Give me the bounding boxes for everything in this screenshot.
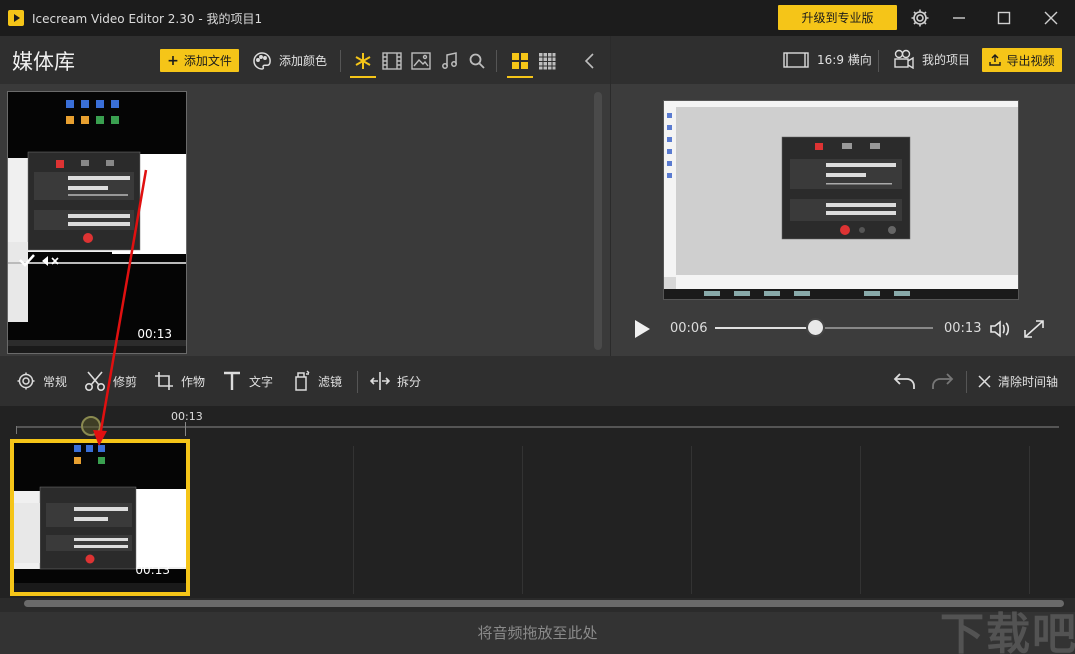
aspect-ratio-button[interactable]: 16:9 横向: [783, 51, 872, 68]
upgrade-button[interactable]: 升级到专业版: [778, 5, 897, 30]
gear-icon: [17, 372, 35, 390]
clear-timeline-button[interactable]: 清除时间轴: [978, 369, 1058, 393]
seek-slider[interactable]: [715, 318, 933, 337]
preview-frame-content: [664, 101, 1018, 299]
general-tool-button[interactable]: 常规: [16, 369, 67, 393]
divider: [878, 50, 879, 72]
timeline-grid-line: [691, 446, 692, 594]
undo-icon[interactable]: [893, 369, 917, 393]
aspect-ratio-label: 16:9 横向: [817, 53, 872, 67]
my-project-label: 我的项目: [922, 52, 971, 67]
media-item-thumbnail[interactable]: 00:13: [7, 91, 187, 354]
text-icon: [224, 371, 240, 390]
volume-icon[interactable]: [988, 318, 1012, 340]
audio-drop-zone[interactable]: 将音频拖放至此处: [0, 612, 1075, 654]
seek-handle[interactable]: [806, 318, 826, 337]
collapse-chevron-left-icon[interactable]: [577, 48, 603, 74]
divider: [357, 371, 358, 393]
gear-icon[interactable]: [907, 6, 933, 30]
text-tool-button[interactable]: 文字: [222, 369, 273, 393]
split-tool-button[interactable]: 拆分: [370, 369, 421, 393]
search-icon[interactable]: [464, 48, 490, 74]
window-title: Icecream Video Editor 2.30 - 我的项目1: [32, 12, 263, 26]
small-grid-view-icon[interactable]: [534, 48, 560, 74]
plus-icon: +: [167, 52, 179, 69]
minimize-icon[interactable]: [946, 6, 972, 30]
add-color-label: 添加颜色: [279, 54, 328, 68]
export-video-button[interactable]: 导出视频: [982, 48, 1062, 72]
divider: [496, 50, 497, 72]
timeline-clip[interactable]: 00:13: [10, 439, 190, 596]
timeline-grid-line: [522, 446, 523, 594]
clear-timeline-label: 清除时间轴: [998, 374, 1059, 389]
filter-bottle-icon: [295, 370, 310, 391]
music-filter-icon[interactable]: [437, 48, 463, 74]
preview-panel: 00:06 00:13: [611, 84, 1075, 356]
large-grid-view-icon[interactable]: [507, 48, 533, 78]
app-logo-icon: [8, 10, 24, 26]
export-label: 导出视频: [1006, 53, 1055, 68]
add-file-button[interactable]: + 添加文件: [160, 49, 239, 72]
timeline-grid-line: [860, 446, 861, 594]
timeline-track[interactable]: 00:13 00:13: [0, 406, 1075, 598]
film-camera-icon: [894, 49, 914, 69]
crop-tool-button[interactable]: 作物: [154, 369, 205, 393]
timeline-grid-line: [1029, 446, 1030, 594]
total-time: 00:13: [944, 321, 982, 336]
play-icon[interactable]: [632, 318, 652, 340]
timeline-grid-line: [353, 446, 354, 594]
trim-tool-button[interactable]: 修剪: [84, 369, 137, 393]
clip-duration: 00:13: [135, 563, 170, 577]
crop-label: 作物: [181, 374, 206, 389]
export-icon: [989, 54, 1002, 66]
palette-icon: [253, 51, 271, 70]
media-item-duration: 00:13: [137, 327, 172, 341]
filter-tool-button[interactable]: 滤镜: [293, 369, 342, 393]
fullscreen-icon[interactable]: [1022, 318, 1046, 340]
timeline-ruler: [16, 426, 1059, 428]
text-label: 文字: [249, 374, 274, 389]
aspect-ratio-icon: [783, 51, 809, 68]
library-header: 媒体库 + 添加文件 添加颜色: [0, 36, 610, 84]
ruler-tick: [16, 426, 17, 434]
ruler-tick: [185, 422, 186, 436]
split-label: 拆分: [397, 374, 422, 389]
crop-icon: [155, 372, 173, 390]
divider: [966, 371, 967, 393]
editing-toolbar: 常规 修剪 作物 文字 滤镜 拆分 清除时间轴: [0, 356, 1075, 406]
add-color-button[interactable]: 添加颜色: [252, 49, 327, 72]
preview-header: 16:9 横向 我的项目 导出视频: [611, 36, 1075, 84]
redo-icon[interactable]: [930, 369, 954, 393]
audio-drop-hint: 将音频拖放至此处: [477, 624, 598, 642]
video-filter-icon[interactable]: [379, 48, 405, 74]
watermark-logo: 下载吧: [940, 609, 1075, 654]
scissors-icon: [84, 371, 106, 392]
media-library-panel: 00:13: [0, 84, 610, 356]
timeline-horizontal-scrollbar[interactable]: [10, 598, 1065, 610]
screen-recording-preview: [8, 92, 186, 353]
split-icon: [370, 372, 390, 390]
title-bar: Icecream Video Editor 2.30 - 我的项目1 升级到专业…: [0, 0, 1075, 36]
my-project-button[interactable]: 我的项目: [893, 49, 970, 69]
library-title: 媒体库: [12, 50, 75, 74]
filter-label: 滤镜: [318, 374, 343, 389]
close-icon: [978, 374, 991, 388]
current-time: 00:06: [670, 321, 708, 336]
divider: [340, 50, 341, 72]
video-preview-frame[interactable]: [663, 100, 1019, 300]
media-scrollbar[interactable]: [594, 92, 602, 350]
scrollbar-thumb[interactable]: [24, 600, 1064, 607]
timeline-playhead[interactable]: [81, 416, 101, 436]
add-file-label: 添加文件: [183, 54, 232, 68]
favorites-star-icon[interactable]: [350, 48, 376, 78]
maximize-icon[interactable]: [991, 6, 1017, 30]
close-icon[interactable]: [1038, 6, 1064, 30]
image-filter-icon[interactable]: [408, 48, 434, 74]
general-label: 常规: [43, 374, 68, 389]
seek-progress: [715, 327, 816, 329]
trim-label: 修剪: [113, 374, 138, 389]
ruler-time-label: 00:13: [171, 410, 203, 423]
